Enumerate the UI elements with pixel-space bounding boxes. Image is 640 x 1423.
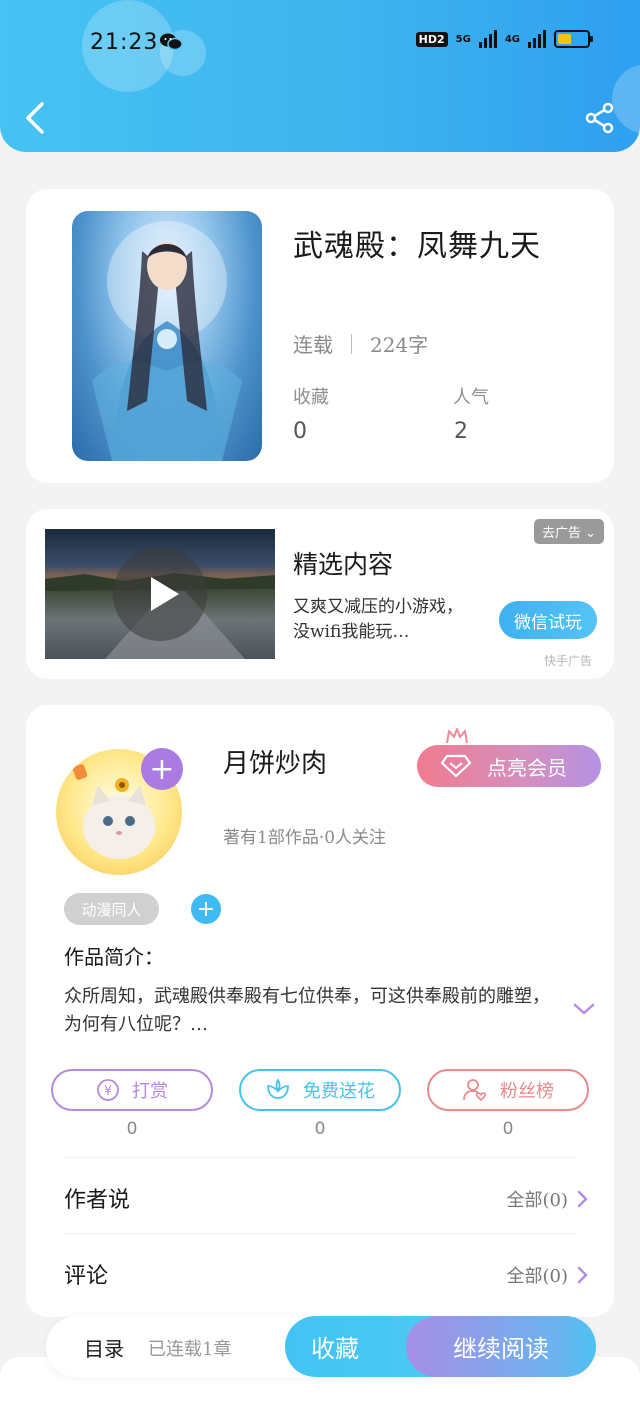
flower-count: 0 <box>314 1119 326 1139</box>
ad-video-thumbnail[interactable] <box>45 529 275 659</box>
vip-button[interactable]: 点亮会员 <box>417 745 601 787</box>
author-says-link[interactable]: 全部(0) <box>507 1186 589 1212</box>
header: 21:23 HD2 5G 4G <box>0 0 640 152</box>
ad-cta-button[interactable]: 微信试玩 <box>499 601 597 639</box>
fan-count: 0 <box>502 1119 514 1139</box>
book-status-line: 连载 224字 <box>293 329 428 358</box>
battery-icon <box>554 30 593 48</box>
chevron-right-icon <box>577 1266 588 1284</box>
chapters-count: 已连载1章 <box>148 1339 232 1360</box>
reward-button[interactable]: ¥ 打赏 <box>51 1069 213 1111</box>
send-flower-label: 免费送花 <box>303 1081 375 1102</box>
author-says-label: 作者说 <box>64 1188 131 1213</box>
status-indicators: HD2 5G 4G <box>415 30 593 48</box>
fan-ranking-button[interactable]: 粉丝榜 <box>427 1069 589 1111</box>
book-title: 武魂殿：凤舞九天 <box>293 229 541 264</box>
chevron-down-icon[interactable] <box>572 1001 596 1017</box>
divider <box>64 1157 576 1158</box>
network-4g-label: 4G <box>504 33 520 45</box>
divider <box>64 1233 576 1234</box>
flower-icon <box>267 1078 289 1099</box>
word-count: 224字 <box>370 333 429 357</box>
network-5g-label: 5G <box>455 33 471 45</box>
signal-icon <box>478 30 497 48</box>
comments-link[interactable]: 全部(0) <box>507 1262 589 1288</box>
book-info-card: 武魂殿：凤舞九天 连载 224字 收藏 0 人气 2 <box>26 189 614 483</box>
book-cover[interactable] <box>72 211 262 461</box>
share-icon[interactable] <box>584 102 616 134</box>
comments-all: 全部(0) <box>506 1266 569 1287</box>
popularity-label: 人气 <box>453 387 489 408</box>
plus-icon: + <box>196 896 216 922</box>
bottom-action-bar: 目录 已连载1章 收藏 继续阅读 <box>46 1316 596 1377</box>
author-card: + 月饼炒肉 点亮会员 著有1部作品·0人关注 动漫同人 + 作品简介： 众所周… <box>26 705 614 1317</box>
author-name: 月饼炒肉 <box>223 749 328 779</box>
continue-reading-button[interactable]: 继续阅读 <box>406 1316 596 1377</box>
signal-icon <box>528 30 546 48</box>
favorites-value: 0 <box>293 419 307 444</box>
comments-label: 评论 <box>64 1264 109 1289</box>
fan-icon <box>463 1079 487 1102</box>
ad-source-label: 快手广告 <box>543 654 592 668</box>
fan-ranking-label: 粉丝榜 <box>500 1081 554 1102</box>
hd-badge: HD2 <box>415 31 448 47</box>
ad-card[interactable]: 精选内容 又爽又减压的小游戏，没wifi我能玩… 去广告 ⌄ 微信试玩 快手广告 <box>26 509 614 679</box>
send-flower-button[interactable]: 免费送花 <box>239 1069 401 1111</box>
follow-author-button[interactable]: + <box>141 748 183 790</box>
table-of-contents-button[interactable]: 目录 <box>84 1333 124 1362</box>
genre-tag[interactable]: 动漫同人 <box>64 893 159 925</box>
play-button[interactable] <box>113 547 207 641</box>
remove-ad-label: 去广告 <box>541 526 581 541</box>
back-icon[interactable] <box>22 100 50 136</box>
chevron-right-icon <box>577 1190 588 1208</box>
ad-description: 又爽又减压的小游戏，没wifi我能玩… <box>293 597 463 642</box>
serial-status: 连载 <box>293 333 333 357</box>
popularity-value: 2 <box>454 419 468 444</box>
crown-icon <box>446 728 468 744</box>
diamond-icon <box>441 754 471 778</box>
favorites-label: 收藏 <box>293 387 329 408</box>
plus-icon: + <box>149 751 175 787</box>
svg-text:¥: ¥ <box>104 1084 112 1099</box>
status-time: 21:23 <box>90 30 159 55</box>
add-tag-button[interactable]: + <box>191 894 221 924</box>
reward-label: 打赏 <box>132 1081 168 1102</box>
author-says-all: 全部(0) <box>506 1190 569 1211</box>
reward-count: 0 <box>126 1119 138 1139</box>
yen-icon: ¥ <box>97 1079 119 1101</box>
intro-text: 众所周知，武魂殿供奉殿有七位供奉，可这供奉殿前的雕塑，为何有八位呢？… <box>64 986 550 1035</box>
vip-label: 点亮会员 <box>487 755 567 780</box>
ad-title: 精选内容 <box>293 550 394 579</box>
play-icon <box>151 577 179 611</box>
author-meta: 著有1部作品·0人关注 <box>223 828 387 848</box>
remove-ad-button[interactable]: 去广告 ⌄ <box>533 519 604 544</box>
wechat-icon <box>160 33 183 51</box>
chevron-down-icon: ⌄ <box>585 526 596 541</box>
intro-label: 作品简介： <box>64 945 164 969</box>
divider <box>351 333 352 354</box>
